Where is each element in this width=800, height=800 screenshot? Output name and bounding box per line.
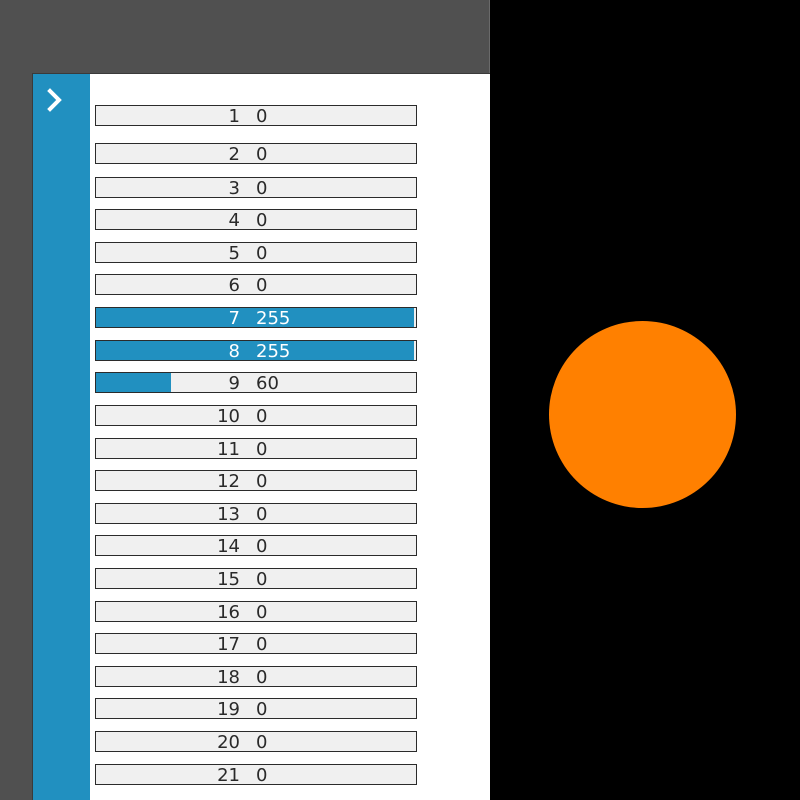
channel-value: 0 [256, 406, 268, 426]
channel-readout: 20 [96, 144, 416, 163]
channel-number: 16 [217, 602, 240, 622]
channel-readout: 60 [96, 275, 416, 294]
channel-number: 3 [228, 178, 240, 198]
channel-fader[interactable]: 60 [95, 274, 417, 295]
channel-fader[interactable]: 40 [95, 209, 417, 230]
channel-fader[interactable]: 11 0 [95, 438, 417, 459]
channel-fader[interactable]: 19 0 [95, 698, 417, 719]
channel-value: 0 [256, 144, 268, 164]
channel-readout: 14 0 [96, 536, 416, 555]
channel-value: 0 [256, 634, 268, 654]
channel-value: 0 [256, 504, 268, 524]
channel-number: 5 [228, 243, 240, 263]
channel-value: 0 [256, 439, 268, 459]
channel-readout: 10 [96, 106, 416, 125]
channel-number: 12 [217, 471, 240, 491]
channel-value: 0 [256, 210, 268, 230]
color-preview-circle [549, 321, 736, 508]
channel-value: 0 [256, 765, 268, 785]
channel-fader[interactable]: 18 0 [95, 666, 417, 687]
channel-number: 6 [228, 275, 240, 295]
channel-fader[interactable]: 15 0 [95, 568, 417, 589]
channel-level-fill [96, 373, 171, 392]
channel-number: 9 [228, 373, 240, 393]
channel-readout: 13 0 [96, 504, 416, 523]
channel-number: 1 [228, 106, 240, 126]
channel-value: 0 [256, 732, 268, 752]
channel-number: 13 [217, 504, 240, 524]
channel-readout: 12 0 [96, 471, 416, 490]
channel-readout: 15 0 [96, 569, 416, 588]
app-window: 1 0 2 0 3 0 4 0 5 0 6 0 7 255 8 255 9 60 10 0 11 0 12 0 13 0 14 0 15… [0, 0, 800, 800]
channel-value: 60 [256, 373, 279, 393]
channel-readout: 20 0 [96, 732, 416, 751]
channel-number: 21 [217, 765, 240, 785]
channel-readout: 11 0 [96, 439, 416, 458]
channel-readout: 16 0 [96, 602, 416, 621]
channel-fader[interactable]: 30 [95, 177, 417, 198]
channel-value: 0 [256, 699, 268, 719]
channel-readout: 50 [96, 243, 416, 262]
channel-value: 0 [256, 471, 268, 491]
channel-fader[interactable]: 8 255 [95, 340, 417, 361]
channel-panel: 1 0 2 0 3 0 4 0 5 0 6 0 7 255 8 255 9 60 10 0 11 0 12 0 13 0 14 0 15… [32, 73, 490, 800]
channel-fader[interactable]: 12 0 [95, 470, 417, 491]
channel-value: 0 [256, 667, 268, 687]
channel-value: 0 [256, 275, 268, 295]
channel-value: 0 [256, 178, 268, 198]
channel-fader[interactable]: 21 0 [95, 764, 417, 785]
channel-number: 17 [217, 634, 240, 654]
channel-fader[interactable]: 50 [95, 242, 417, 263]
channel-list: 1 0 2 0 3 0 4 0 5 0 6 0 7 255 8 255 9 60 10 0 11 0 12 0 13 0 14 0 15… [33, 74, 490, 800]
channel-number: 10 [217, 406, 240, 426]
channel-readout: 17 0 [96, 634, 416, 653]
channel-fader[interactable]: 14 0 [95, 535, 417, 556]
channel-number: 2 [228, 144, 240, 164]
channel-level-fill [96, 341, 414, 360]
channel-number: 19 [217, 699, 240, 719]
channel-readout: 21 0 [96, 765, 416, 784]
channel-readout: 30 [96, 178, 416, 197]
channel-number: 18 [217, 667, 240, 687]
channel-value: 0 [256, 569, 268, 589]
channel-readout: 40 [96, 210, 416, 229]
channel-fader[interactable]: 17 0 [95, 633, 417, 654]
channel-number: 4 [228, 210, 240, 230]
channel-readout: 18 0 [96, 667, 416, 686]
channel-number: 14 [217, 536, 240, 556]
channel-number: 15 [217, 569, 240, 589]
top-bar [0, 0, 490, 73]
channel-fader[interactable]: 7 255 [95, 307, 417, 328]
channel-fader[interactable]: 16 0 [95, 601, 417, 622]
left-gutter [0, 73, 32, 800]
channel-fader[interactable]: 9 60 [95, 372, 417, 393]
channel-value: 0 [256, 243, 268, 263]
channel-fader[interactable]: 20 [95, 143, 417, 164]
channel-fader[interactable]: 20 0 [95, 731, 417, 752]
channel-readout: 10 0 [96, 406, 416, 425]
channel-number: 20 [217, 732, 240, 752]
channel-readout: 19 0 [96, 699, 416, 718]
channel-value: 0 [256, 602, 268, 622]
channel-fader[interactable]: 10 0 [95, 405, 417, 426]
channel-fader[interactable]: 13 0 [95, 503, 417, 524]
channel-value: 0 [256, 536, 268, 556]
channel-number: 11 [217, 439, 240, 459]
divider [489, 0, 490, 73]
channel-level-fill [96, 308, 414, 327]
channel-fader[interactable]: 10 [95, 105, 417, 126]
channel-value: 0 [256, 106, 268, 126]
